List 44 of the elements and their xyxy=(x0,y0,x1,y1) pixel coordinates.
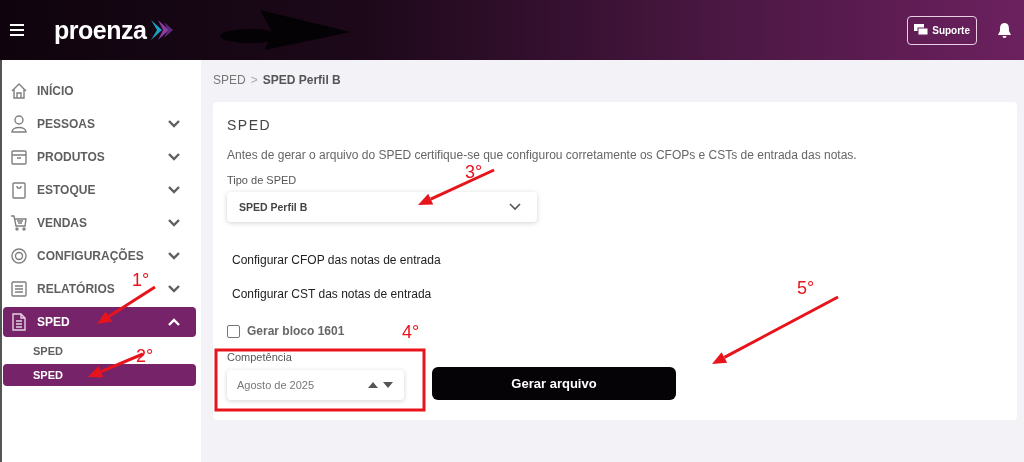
generate-button[interactable]: Gerar arquivo xyxy=(432,367,676,400)
sidebar-item[interactable]: ESTOQUE xyxy=(37,183,96,197)
step-label: 3° xyxy=(465,162,483,182)
list-icon xyxy=(9,279,29,299)
logo-text: proenza xyxy=(54,15,147,45)
document-icon xyxy=(9,312,29,332)
checkbox-label: Gerar bloco 1601 xyxy=(247,324,345,338)
period-field[interactable]: Agosto de 2025 xyxy=(227,370,404,400)
description-text: Antes de gerar o arquivo do SPED certifique-se que configurou corretamente os CFOPs e CSTs de entrada das notas. xyxy=(227,148,858,162)
chat-icon xyxy=(914,24,929,36)
breadcrumb-separator: > xyxy=(250,73,258,87)
chevron-down-icon xyxy=(509,203,521,211)
checkbox[interactable] xyxy=(227,324,240,338)
menu-icon[interactable] xyxy=(10,24,24,36)
step-label: 5° xyxy=(797,278,815,298)
step-label: 4° xyxy=(402,322,420,342)
sidebar-item[interactable]: PRODUTOS xyxy=(37,150,105,164)
field-label: Competência xyxy=(227,351,293,363)
sidebar-item[interactable]: CONFIGURAÇÕES xyxy=(37,249,144,263)
sidebar-item[interactable]: PESSOAS xyxy=(37,117,96,131)
sidebar-subitem[interactable]: SPED xyxy=(33,345,63,357)
box-icon xyxy=(9,147,29,167)
field-label: Tipo de SPED xyxy=(227,174,298,186)
cart-icon xyxy=(9,213,29,233)
sidebar-item[interactable]: RELATÓRIOS xyxy=(37,282,115,296)
sidebar-item[interactable]: INÍCIO xyxy=(37,84,74,98)
bell-icon[interactable] xyxy=(997,21,1012,39)
step-label: 2° xyxy=(136,346,154,366)
sidebar-item[interactable]: VENDAS xyxy=(37,216,87,230)
gear-icon xyxy=(9,246,29,266)
bag-icon xyxy=(9,180,29,200)
card-title: SPED xyxy=(227,117,273,133)
person-icon xyxy=(9,114,29,134)
support-button[interactable]: Suporte xyxy=(907,15,977,45)
step-label: 1° xyxy=(132,270,150,290)
breadcrumb-current: SPED Perfil B xyxy=(262,73,341,87)
home-icon xyxy=(9,81,29,101)
settings-link[interactable]: Configurar CFOP das notas de entrada xyxy=(232,243,441,277)
spinner-arrows-icon[interactable] xyxy=(368,381,394,389)
settings-link[interactable]: Configurar CST das notas de entrada xyxy=(232,277,432,311)
sidebar-item[interactable]: SPED xyxy=(3,307,196,337)
breadcrumb-link[interactable]: SPED xyxy=(213,73,246,87)
sidebar-subitem[interactable]: SPED xyxy=(3,364,196,386)
type-select[interactable]: SPED Perfil B xyxy=(227,192,537,222)
